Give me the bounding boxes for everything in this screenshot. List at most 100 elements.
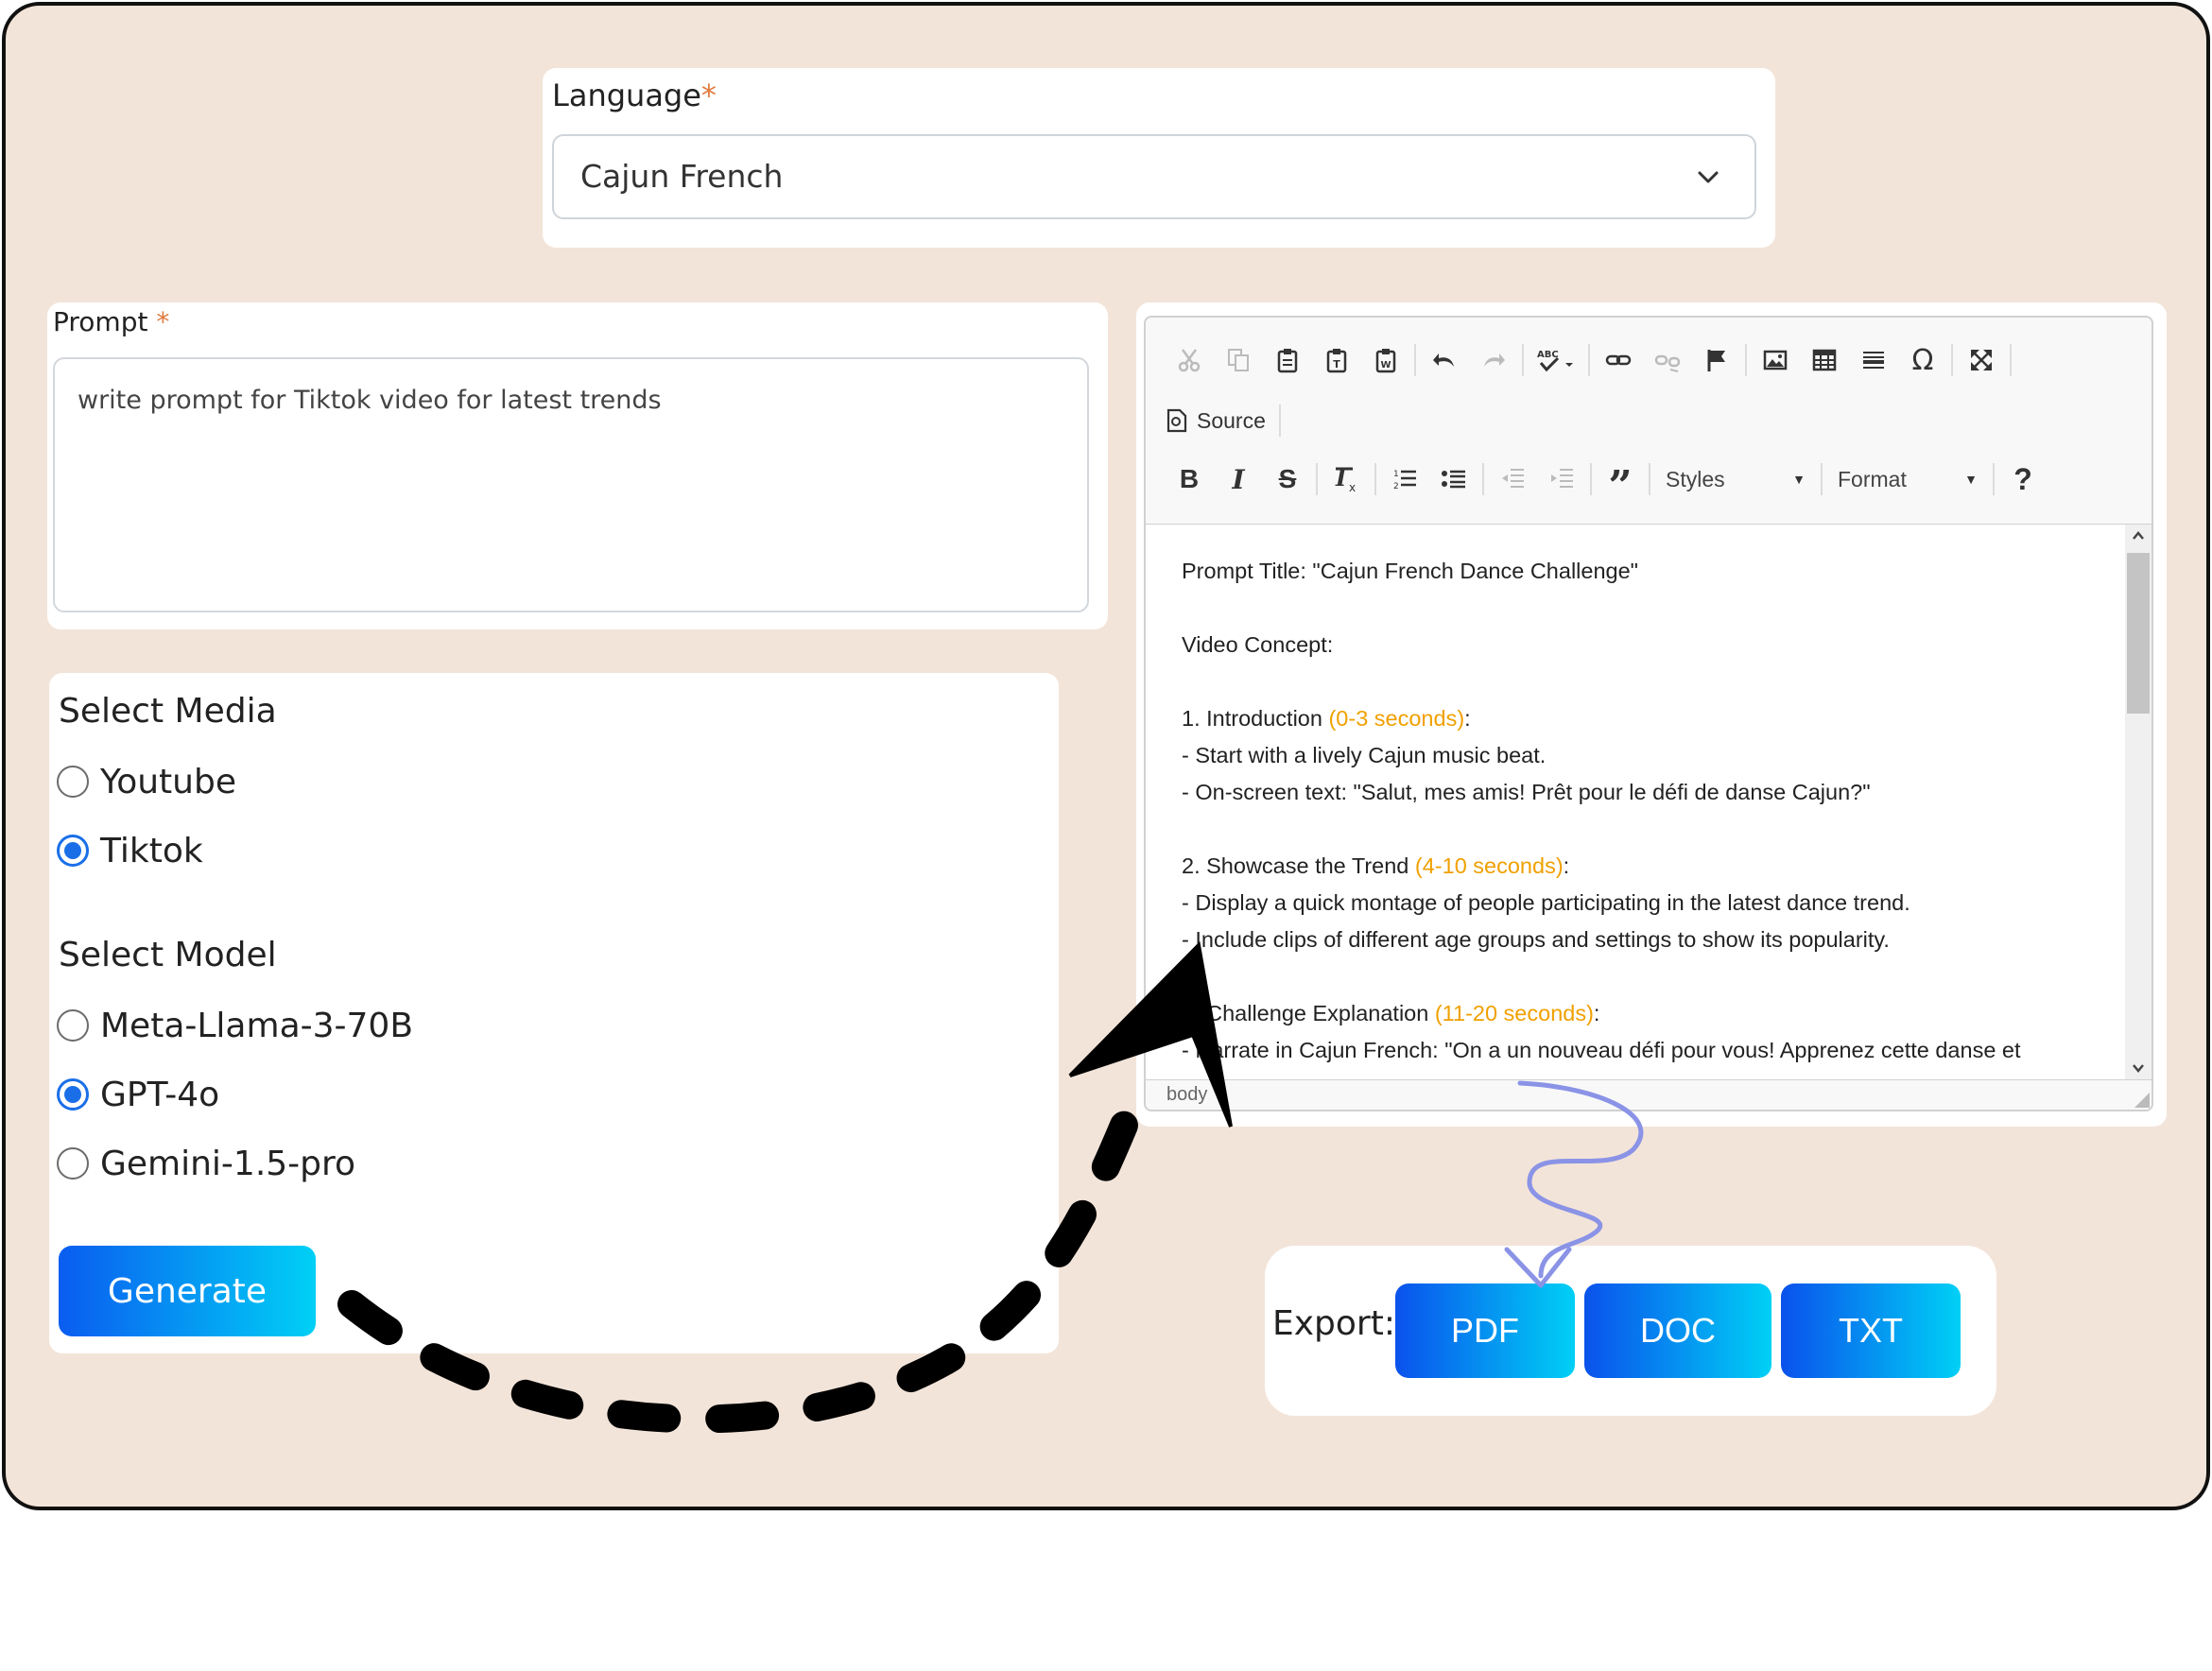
paste-word-icon[interactable]: W xyxy=(1361,336,1410,384)
unlink-icon[interactable] xyxy=(1643,336,1692,384)
scroll-down-icon[interactable] xyxy=(2131,1060,2146,1076)
editor-line: - Narrate in Cajun French: "On a un nouv… xyxy=(1182,1032,2129,1069)
editor-scrollbar[interactable] xyxy=(2125,524,2152,1079)
prompt-text: write prompt for Tiktok video for latest… xyxy=(78,386,662,415)
editor-line-suffix: : xyxy=(1563,853,1570,878)
spellcheck-icon[interactable]: ABC xyxy=(1528,336,1584,384)
copy-icon[interactable] xyxy=(1214,336,1263,384)
toolbar-separator xyxy=(1951,344,1953,376)
bold-icon[interactable]: B xyxy=(1165,456,1214,503)
toolbar-separator xyxy=(1522,344,1524,376)
radio-button[interactable] xyxy=(57,1009,89,1042)
format-dropdown[interactable]: Format ▼ xyxy=(1826,456,1989,503)
svg-text:ABC: ABC xyxy=(1537,350,1559,360)
radio-label: GPT-4o xyxy=(100,1075,220,1114)
media-option-youtube[interactable]: Youtube xyxy=(57,760,236,803)
prompt-textarea[interactable]: write prompt for Tiktok video for latest… xyxy=(53,357,1089,612)
radio-button[interactable] xyxy=(57,766,89,798)
language-card: Language* Cajun French xyxy=(543,68,1775,248)
radio-label: Youtube xyxy=(100,762,236,801)
blockquote-icon[interactable]: ” xyxy=(1596,456,1645,508)
styles-dropdown[interactable]: Styles ▼ xyxy=(1654,456,1817,503)
scroll-up-icon[interactable] xyxy=(2131,528,2146,543)
table-icon[interactable] xyxy=(1800,336,1849,384)
undo-icon[interactable] xyxy=(1420,336,1469,384)
image-icon[interactable] xyxy=(1751,336,1800,384)
paste-icon[interactable] xyxy=(1263,336,1312,384)
radio-button-checked[interactable] xyxy=(57,1078,89,1111)
outdent-icon[interactable] xyxy=(1488,456,1537,503)
svg-text:W: W xyxy=(1380,360,1391,370)
editor-line-text: Video Concept: xyxy=(1182,632,1334,657)
prompt-card: Prompt * write prompt for Tiktok video f… xyxy=(47,302,1108,629)
scroll-thumb[interactable] xyxy=(2127,553,2150,714)
redo-icon[interactable] xyxy=(1469,336,1518,384)
language-select[interactable]: Cajun French xyxy=(552,134,1756,219)
prompt-label: Prompt * xyxy=(53,306,169,337)
help-button[interactable]: ? xyxy=(1998,456,2048,503)
italic-icon[interactable]: I xyxy=(1214,456,1263,503)
toolbar-separator xyxy=(1993,463,1995,495)
numbered-list-icon[interactable]: 12 xyxy=(1380,456,1429,503)
toolbar-separator xyxy=(2010,344,2012,376)
model-option-llama[interactable]: Meta-Llama-3-70B xyxy=(57,1004,413,1047)
editor-line: Video Concept: xyxy=(1182,627,2129,663)
model-option-gpt4o[interactable]: GPT-4o xyxy=(57,1073,219,1116)
chevron-down-icon xyxy=(1698,171,1719,183)
editor-content[interactable]: Prompt Title: "Cajun French Dance Challe… xyxy=(1146,524,2129,1079)
app-frame: Language* Cajun French Prompt * write pr… xyxy=(2,2,2210,1510)
rich-text-editor: T W ABC Ω Source B I S I x 1 2 ” Styles … xyxy=(1144,316,2153,1111)
toolbar-separator xyxy=(1745,344,1747,376)
maximize-icon[interactable] xyxy=(1957,336,2006,384)
media-option-tiktok[interactable]: Tiktok xyxy=(57,829,203,872)
required-mark: * xyxy=(156,306,170,337)
editor-line-text: Prompt Title: "Cajun French Dance Challe… xyxy=(1182,559,1639,583)
editor-line-suffix: : xyxy=(1464,706,1471,731)
toolbar-separator xyxy=(1649,463,1650,495)
paste-text-icon[interactable]: T xyxy=(1312,336,1361,384)
editor-line: - Display a quick montage of people part… xyxy=(1182,885,2129,922)
caret-down-icon: ▼ xyxy=(1792,472,1806,487)
remove-format-icon[interactable]: Ix xyxy=(1322,456,1371,503)
editor-timecode: (11-20 seconds) xyxy=(1434,1001,1594,1025)
toolbar-separator xyxy=(1374,463,1376,495)
editor-timecode: (0-3 seconds) xyxy=(1328,706,1465,731)
export-doc-button[interactable]: DOC xyxy=(1584,1283,1771,1378)
link-icon[interactable] xyxy=(1594,336,1643,384)
svg-text:1: 1 xyxy=(1393,470,1399,479)
source-label: Source xyxy=(1197,407,1266,433)
editor-line-text: - On-screen text: "Salut, mes amis! Prêt… xyxy=(1182,780,1871,804)
language-selected-value: Cajun French xyxy=(580,158,784,195)
strikethrough-icon[interactable]: S xyxy=(1263,456,1312,503)
source-button[interactable]: Source xyxy=(1165,407,1266,434)
svg-text:T: T xyxy=(1333,358,1340,370)
editor-line-text: - Include clips of different age groups … xyxy=(1182,927,1890,952)
caret-down-icon: ▼ xyxy=(1964,472,1978,487)
toolbar-separator xyxy=(1316,463,1318,495)
indent-icon[interactable] xyxy=(1537,456,1586,503)
export-txt-button[interactable]: TXT xyxy=(1781,1283,1961,1378)
export-label: Export: xyxy=(1272,1304,1395,1343)
editor-line: Prompt Title: "Cajun French Dance Challe… xyxy=(1182,553,2129,590)
editor-line: - On-screen text: "Salut, mes amis! Prêt… xyxy=(1182,774,2129,811)
resize-grip-icon[interactable] xyxy=(2133,1091,2150,1108)
bulleted-list-icon[interactable] xyxy=(1429,456,1478,503)
cut-icon[interactable] xyxy=(1165,336,1214,384)
radio-button[interactable] xyxy=(57,1147,89,1180)
editor-line-suffix: : xyxy=(1593,1001,1600,1025)
export-pdf-button[interactable]: PDF xyxy=(1395,1283,1575,1378)
element-path[interactable]: body xyxy=(1166,1084,1207,1105)
editor-timecode: (4-10 seconds) xyxy=(1414,853,1564,878)
special-character-icon[interactable]: Ω xyxy=(1898,336,1947,384)
anchor-flag-icon[interactable] xyxy=(1692,336,1741,384)
toolbar-row-2: Source xyxy=(1165,397,1285,444)
radio-label: Meta-Llama-3-70B xyxy=(100,1006,414,1045)
model-option-gemini[interactable]: Gemini-1.5-pro xyxy=(57,1142,355,1185)
editor-line-text: 3. Challenge Explanation xyxy=(1182,1001,1435,1025)
radio-button-checked[interactable] xyxy=(57,835,89,867)
horizontal-rule-icon[interactable] xyxy=(1849,336,1898,384)
generate-button[interactable]: Generate xyxy=(59,1246,316,1336)
editor-line-text: - Display a quick montage of people part… xyxy=(1182,890,1910,915)
